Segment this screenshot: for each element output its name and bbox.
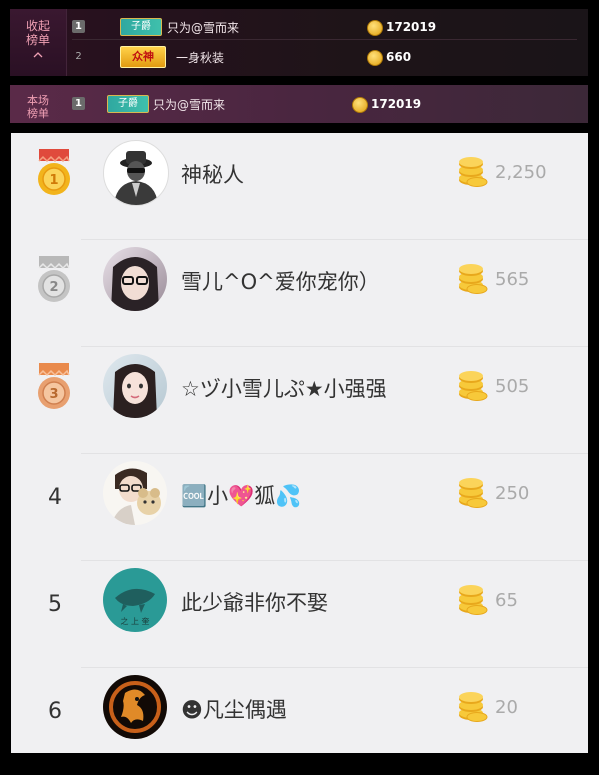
list-item[interactable]: 5 之 上 奎 此少爺非你不娶 65 — [11, 561, 588, 668]
collapse-rank-toggle[interactable]: 收起榜单 — [10, 9, 67, 76]
coin-stack-icon — [459, 585, 488, 615]
coin-stack-icon — [459, 157, 488, 187]
top-rank-row[interactable]: 2 众神 一身秋装 660 — [72, 45, 577, 69]
list-item[interactable]: 3 ☆ヅ小雪儿ぷ★小强强 505 — [11, 347, 588, 454]
top-rank-panel: 收起榜单 1 子爵 只为@雪而来 172019 2 众神 一身秋装 660 — [10, 9, 588, 76]
user-name: 神秘人 — [181, 163, 244, 187]
avatar[interactable]: 之 上 奎 — [103, 568, 167, 632]
rank-number: 6 — [48, 699, 62, 724]
contribution-value: 172019 — [371, 97, 422, 111]
rank-number: 1 — [72, 20, 85, 33]
coin-stack-icon — [459, 692, 488, 722]
list-item[interactable]: 1 神秘人 2,250 — [11, 133, 588, 240]
coin-amount: 505 — [495, 376, 530, 397]
session-rank-tab[interactable]: 本场榜单 — [10, 85, 66, 123]
session-rank-label: 本场榜单 — [27, 94, 49, 120]
svg-text:1: 1 — [49, 173, 58, 188]
coin-icon — [367, 20, 383, 36]
rank-number: 5 — [48, 592, 62, 617]
user-name: ☆ヅ小雪儿ぷ★小强强 — [181, 377, 387, 401]
coin-amount: 565 — [495, 269, 530, 290]
avatar[interactable] — [103, 247, 167, 311]
coin-icon — [352, 97, 368, 113]
avatar[interactable] — [103, 140, 169, 206]
contribution-value: 172019 — [386, 20, 437, 34]
top-rank-row[interactable]: 1 子爵 只为@雪而来 172019 — [72, 15, 577, 40]
avatar[interactable] — [103, 461, 167, 525]
coin-stack-icon — [459, 371, 488, 401]
user-name: 此少爺非你不娶 — [181, 591, 328, 615]
gods-badge: 众神 — [120, 46, 166, 68]
coin-amount: 250 — [495, 483, 530, 504]
user-name: 🆒小💖狐💦 — [181, 484, 302, 508]
avatar[interactable] — [103, 675, 167, 739]
coin-amount: 20 — [495, 697, 518, 718]
coin-stack-icon — [459, 478, 488, 508]
rank-number: 1 — [72, 97, 85, 110]
avatar[interactable] — [103, 354, 167, 418]
coin-amount: 2,250 — [495, 162, 547, 183]
contribution-value: 660 — [386, 50, 412, 64]
viscount-badge: 子爵 — [107, 95, 149, 113]
coin-stack-icon — [459, 264, 488, 294]
user-name: ☻凡尘偶遇 — [181, 698, 287, 722]
svg-text:2: 2 — [49, 280, 58, 295]
list-item[interactable]: 2 雪儿^O^爱你宠你） 565 — [11, 240, 588, 347]
coin-amount: 65 — [495, 590, 518, 611]
viscount-badge: 子爵 — [120, 18, 162, 36]
bronze-medal-icon: 3 — [38, 363, 70, 409]
list-item[interactable]: 4 🆒小💖狐💦 250 — [11, 454, 588, 561]
chevron-up-icon — [33, 52, 43, 58]
svg-text:3: 3 — [49, 387, 58, 402]
svg-text:之 上 奎: 之 上 奎 — [120, 616, 149, 626]
user-name: 一身秋装 — [176, 51, 225, 65]
list-item[interactable]: 6 ☻凡尘偶遇 20 — [11, 668, 588, 775]
rank-number: 2 — [75, 51, 82, 62]
user-name: 只为@雪而来 — [153, 98, 226, 112]
user-name: 只为@雪而来 — [167, 21, 240, 35]
user-name: 雪儿^O^爱你宠你） — [181, 270, 380, 294]
gold-medal-icon: 1 — [38, 149, 70, 195]
ranking-list: 1 神秘人 2,250 2 雪儿^O^爱你宠你） 565 3 ☆ヅ小雪儿ぷ★小强… — [11, 133, 588, 753]
coin-icon — [367, 50, 383, 66]
collapse-label: 收起榜单 — [25, 19, 50, 47]
rank-number: 4 — [48, 485, 62, 510]
silver-medal-icon: 2 — [38, 256, 70, 302]
session-rank-bar[interactable]: 本场榜单 1 子爵 只为@雪而来 172019 — [10, 85, 588, 123]
